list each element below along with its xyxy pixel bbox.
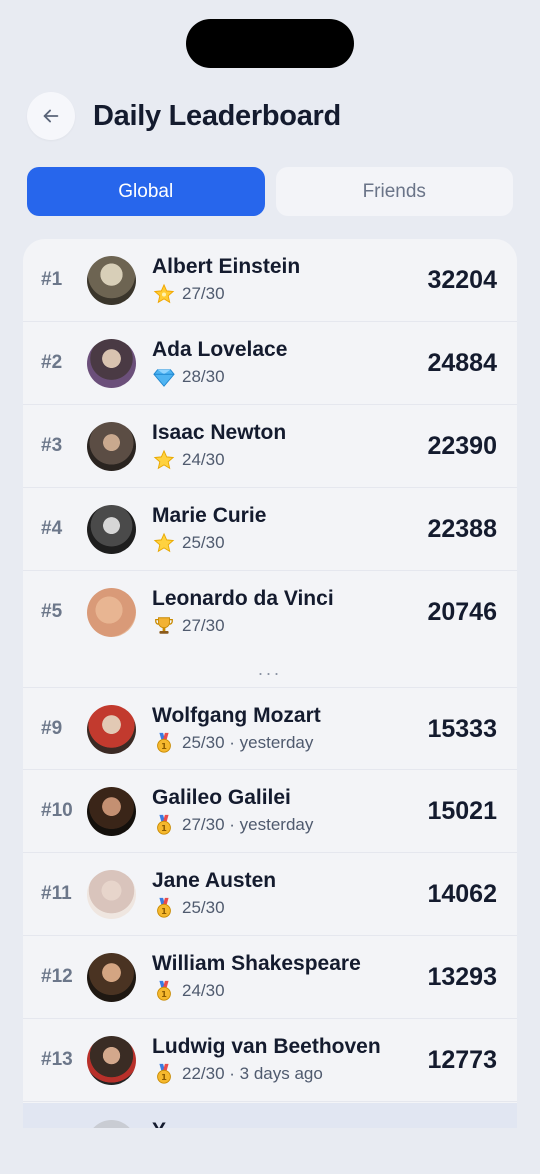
leaderboard-row[interactable]: #5 Leonardo da Vinci 27/30 20746: [23, 571, 517, 654]
arrow-left-icon: [43, 109, 59, 123]
player-name: Marie Curie: [152, 504, 267, 527]
leaderboard-screen: Daily Leaderboard Global Friends #1 Albe…: [0, 0, 540, 1174]
result-line: 1 25/30 · yesterday: [153, 732, 313, 754]
avatar: [87, 1036, 136, 1085]
leaderboard-row[interactable]: #10 Galileo Galilei 1 27/30 · yesterday …: [23, 770, 517, 853]
leaderboard-row[interactable]: #11 Jane Austen 1 25/30 14062: [23, 853, 517, 936]
leaderboard-list[interactable]: #1 Albert Einstein 27/30 32204 #2 Ada Lo…: [23, 239, 517, 1128]
result-line: 1 22/30 · 3 days ago: [153, 1063, 323, 1085]
rank-label: #11: [41, 883, 72, 904]
result-text: 27/30: [182, 284, 225, 303]
rank-label: #3: [41, 435, 63, 456]
medal-icon: 1: [157, 897, 171, 918]
rank-label: #13: [41, 1049, 73, 1070]
leaderboard-row[interactable]: #9 Wolfgang Mozart 1 25/30 · yesterday 1…: [23, 687, 517, 770]
rank-label: #9: [41, 718, 63, 739]
avatar: [87, 422, 136, 471]
player-name: Ludwig van Beethoven: [152, 1035, 381, 1058]
tab-global[interactable]: Global: [27, 167, 265, 216]
medal-icon: 1: [157, 732, 171, 753]
svg-text:1: 1: [161, 741, 167, 751]
leaderboard-row[interactable]: #13 Ludwig van Beethoven 1 22/30 · 3 day…: [23, 1019, 517, 1102]
rank-gap-indicator: ...: [257, 659, 282, 679]
result-text: 27/30 · yesterday: [182, 815, 314, 834]
avatar: [87, 787, 136, 836]
star-icon: [153, 449, 175, 470]
avatar: [87, 588, 136, 637]
score-value: 15333: [427, 715, 497, 743]
score-value: 12773: [427, 1046, 497, 1074]
tab-friends[interactable]: Friends: [275, 167, 513, 216]
result-line: 25/30: [153, 532, 225, 554]
leaderboard-row[interactable]: #4 Marie Curie 25/30 22388: [23, 488, 517, 571]
medal-icon: 1: [157, 814, 171, 835]
avatar: [87, 870, 136, 919]
result-text: 25/30: [182, 533, 225, 552]
header: Daily Leaderboard: [27, 92, 341, 140]
rank-label: #10: [41, 800, 73, 821]
avatar: [87, 339, 136, 388]
avatar: [87, 505, 136, 554]
result-line: 1 24/30: [153, 980, 225, 1002]
player-name: Leonardo da Vinci: [152, 587, 334, 610]
score-value: 22388: [427, 515, 497, 543]
player-name: Y: [152, 1119, 166, 1128]
score-value: 13293: [427, 963, 497, 991]
svg-text:1: 1: [161, 989, 167, 999]
player-name: William Shakespeare: [152, 952, 361, 975]
score-value: 20746: [427, 598, 497, 626]
trophy-icon: [155, 617, 173, 634]
leaderboard-row[interactable]: #2 Ada Lovelace 28/30 24884: [23, 322, 517, 405]
leaderboard-row[interactable]: #1 Albert Einstein 27/30 32204: [23, 239, 517, 322]
result-text: 24/30: [182, 981, 225, 1000]
result-line: 27/30: [153, 283, 225, 305]
score-value: 14062: [427, 880, 497, 908]
result-text: 27/30: [182, 616, 225, 635]
page-title: Daily Leaderboard: [93, 99, 341, 132]
player-name: Albert Einstein: [152, 255, 301, 278]
player-name: Ada Lovelace: [152, 338, 288, 361]
result-text: 25/30 · yesterday: [182, 733, 314, 752]
player-name: Wolfgang Mozart: [152, 704, 321, 727]
result-line: 1 25/30: [153, 897, 225, 919]
rank-label: #1: [41, 269, 63, 290]
score-value: 15021: [427, 797, 497, 825]
avatar: [87, 705, 136, 754]
medal-icon: 1: [157, 1063, 171, 1084]
result-line: 27/30: [153, 615, 225, 637]
rank-label: #2: [41, 352, 63, 373]
rank-label: #5: [41, 601, 63, 622]
player-name: Galileo Galilei: [152, 786, 291, 809]
result-line: 24/30: [153, 449, 225, 471]
player-name: Jane Austen: [152, 869, 277, 892]
back-button[interactable]: [27, 92, 75, 140]
score-value: 22390: [427, 432, 497, 460]
rank-label: #4: [41, 518, 63, 539]
result-text: 28/30: [182, 367, 225, 386]
avatar: [87, 256, 136, 305]
rank-label: #12: [41, 966, 73, 987]
result-text: 25/30: [182, 898, 225, 917]
result-text: 22/30 · 3 days ago: [182, 1064, 323, 1083]
avatar: [87, 953, 136, 1002]
result-line: 1 27/30 · yesterday: [153, 814, 313, 836]
avatar: [87, 1120, 136, 1128]
dynamic-island: [186, 19, 354, 68]
svg-text:1: 1: [161, 906, 167, 916]
star-icon: [153, 532, 175, 553]
current-user-row[interactable]: Y: [23, 1103, 517, 1128]
svg-text:1: 1: [161, 1072, 167, 1082]
leaderboard-row[interactable]: #3 Isaac Newton 24/30 22390: [23, 405, 517, 488]
leaderboard-row[interactable]: #12 William Shakespeare 1 24/30 13293: [23, 936, 517, 1019]
score-value: 32204: [427, 266, 497, 294]
glowing-star-icon: [153, 283, 175, 304]
medal-icon: 1: [157, 980, 171, 1001]
player-name: Isaac Newton: [152, 421, 287, 444]
svg-text:1: 1: [161, 823, 167, 833]
score-value: 24884: [427, 349, 497, 377]
result-text: 24/30: [182, 450, 225, 469]
tab-bar: Global Friends: [27, 167, 513, 216]
gem-icon: [153, 369, 175, 387]
result-line: 28/30: [153, 366, 225, 388]
